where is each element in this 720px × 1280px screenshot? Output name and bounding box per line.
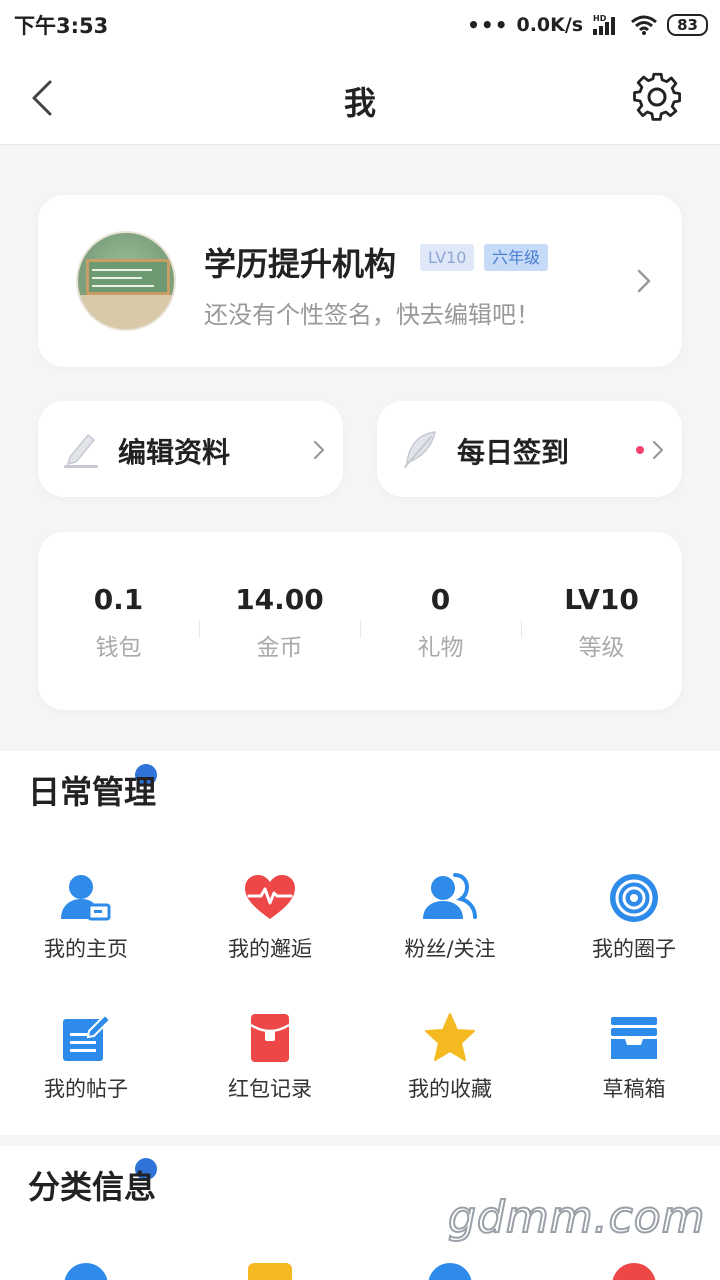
stat-label: 金币 xyxy=(256,635,303,661)
stat-wallet[interactable]: 0.1 钱包 xyxy=(38,580,199,662)
grid-item-my-circles[interactable]: 我的圈子 xyxy=(544,871,720,963)
daily-management-section: 日常管理 我的主页 我的邂逅 粉丝/关注 我的圈子 我的帖子 红包记录 我的收藏… xyxy=(0,751,720,1135)
section-title: 日常管理 xyxy=(28,773,157,811)
status-time: 下午3:53 xyxy=(14,14,109,38)
hd-label: HD xyxy=(593,14,607,23)
grid-item-followers[interactable]: 粉丝/关注 xyxy=(360,871,540,963)
more-dots-icon: ••• xyxy=(467,13,509,37)
star-icon xyxy=(425,1013,475,1061)
heartbeat-icon xyxy=(245,875,295,919)
profile-name: 学历提升机构 xyxy=(204,245,397,283)
grid-item-my-favorites[interactable]: 我的收藏 xyxy=(360,1011,540,1103)
grid-item-my-posts[interactable]: 我的帖子 xyxy=(0,1011,176,1103)
profile-card[interactable]: 学历提升机构 LV10 六年级 还没有个性签名，快去编辑吧！ xyxy=(38,195,682,367)
post-edit-icon xyxy=(63,1013,112,1061)
edit-profile-label: 编辑资料 xyxy=(118,436,231,469)
stats-card: 0.1 钱包 14.00 金币 0 礼物 LV10 等级 xyxy=(38,532,682,710)
grid-item-label: 草稿箱 xyxy=(602,1077,666,1101)
category-icon[interactable] xyxy=(612,1263,656,1280)
followers-icon xyxy=(423,873,477,919)
grid-item-label: 我的收藏 xyxy=(408,1077,492,1101)
nav-bar: 我 xyxy=(0,50,720,145)
stat-label: 礼物 xyxy=(417,635,464,661)
stat-value: LV10 xyxy=(564,583,639,616)
daily-checkin-button[interactable]: 每日签到 xyxy=(377,401,682,497)
battery-icon: 83 xyxy=(667,14,708,36)
stat-label: 等级 xyxy=(578,635,625,661)
level-badge: LV10 xyxy=(420,244,475,271)
category-icon[interactable] xyxy=(248,1263,292,1280)
grid-item-label: 我的主页 xyxy=(44,937,128,961)
chevron-right-icon xyxy=(637,269,651,293)
daily-checkin-label: 每日签到 xyxy=(457,436,570,469)
grid-item-my-encounters[interactable]: 我的邂逅 xyxy=(180,871,360,963)
signal-icon: HD xyxy=(593,14,616,35)
stat-value: 14.00 xyxy=(235,583,324,616)
grid-item-my-homepage[interactable]: 我的主页 xyxy=(0,871,176,963)
stat-value: 0.1 xyxy=(93,583,144,616)
avatar[interactable] xyxy=(76,231,176,331)
grid-item-label: 粉丝/关注 xyxy=(404,937,496,961)
page-title: 我 xyxy=(343,84,376,122)
edit-profile-button[interactable]: 编辑资料 xyxy=(38,401,343,497)
category-icon[interactable] xyxy=(428,1263,472,1280)
grid-item-label: 我的圈子 xyxy=(592,937,676,961)
grid-item-red-envelopes[interactable]: 红包记录 xyxy=(180,1011,360,1103)
grid-item-drafts[interactable]: 草稿箱 xyxy=(544,1011,720,1103)
category-icon[interactable] xyxy=(64,1263,108,1280)
gear-icon[interactable] xyxy=(630,70,684,124)
profile-signature: 还没有个性签名，快去编辑吧！ xyxy=(204,301,540,329)
stat-value: 0 xyxy=(430,583,451,616)
stat-level[interactable]: LV10 等级 xyxy=(521,580,682,662)
grid-item-label: 我的邂逅 xyxy=(228,937,312,961)
user-card-icon xyxy=(61,875,111,921)
pencil-icon xyxy=(64,433,98,468)
status-bar: 下午3:53 ••• 0.0K/s HD 83 xyxy=(0,0,720,50)
circle-target-icon xyxy=(610,874,658,922)
feather-icon xyxy=(404,431,436,468)
stat-gifts[interactable]: 0 礼物 xyxy=(360,580,521,662)
chevron-right-icon xyxy=(652,440,664,460)
network-speed: 0.0K/s xyxy=(516,14,584,36)
stat-label: 钱包 xyxy=(95,635,142,661)
chevron-right-icon xyxy=(313,440,325,460)
grid-item-label: 红包记录 xyxy=(228,1077,312,1101)
status-icons: ••• 0.0K/s HD 83 xyxy=(467,13,708,37)
wifi-icon xyxy=(631,15,658,35)
grade-badge: 六年级 xyxy=(484,244,549,271)
section-title: 分类信息 xyxy=(28,1168,157,1206)
grid-item-label: 我的帖子 xyxy=(44,1077,128,1101)
stat-coins[interactable]: 14.00 金币 xyxy=(199,580,360,662)
notification-dot xyxy=(636,446,644,454)
watermark: gdmm.com xyxy=(447,1191,706,1244)
red-envelope-icon xyxy=(250,1014,290,1062)
inbox-tray-icon xyxy=(611,1017,657,1059)
